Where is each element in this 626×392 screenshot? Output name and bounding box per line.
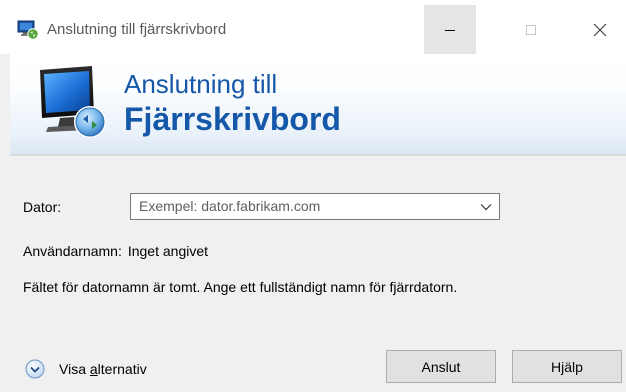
remote-desktop-logo — [40, 66, 106, 138]
expand-chevron-icon — [25, 359, 45, 379]
combobox-dropdown-button[interactable] — [477, 198, 495, 215]
show-options-text-pre: Visa — [59, 361, 90, 377]
show-options-text-post: lternativ — [97, 361, 147, 377]
minimize-icon — [445, 29, 455, 31]
username-value: Inget angivet — [127, 243, 209, 259]
title-bar[interactable]: Anslutning till fjärrskrivbord — [0, 0, 626, 54]
connect-button[interactable]: Anslut — [386, 350, 496, 383]
username-row: Användarnamn: Inget angivet — [23, 242, 208, 260]
help-button[interactable]: Hjälp — [512, 350, 622, 383]
computer-input[interactable] — [139, 194, 469, 219]
username-label: Användarnamn: — [23, 243, 122, 259]
banner-title-line1: Anslutning till — [124, 69, 278, 99]
show-options-toggle[interactable]: Visa alternativ — [25, 358, 147, 380]
remote-desktop-window: Anslutning till fjärrskrivbord Anslutnin… — [0, 0, 626, 392]
remote-desktop-icon — [17, 20, 39, 40]
maximize-button[interactable] — [505, 5, 557, 54]
window-title: Anslutning till fjärrskrivbord — [47, 21, 227, 38]
chevron-down-icon — [480, 203, 492, 210]
computer-label: Dator: — [23, 199, 62, 215]
banner-title-line2: Fjärrskrivbord — [124, 101, 341, 137]
computer-combobox[interactable] — [130, 193, 500, 220]
minimize-button[interactable] — [424, 5, 476, 54]
validation-message: Fältet för datornamn är tomt. Ange ett f… — [23, 279, 458, 295]
show-options-label[interactable]: Visa alternativ — [59, 360, 147, 378]
maximize-icon — [526, 24, 536, 35]
close-button[interactable] — [574, 5, 626, 54]
banner-divider — [10, 154, 626, 157]
close-icon — [593, 23, 607, 36]
show-options-accelerator: a — [89, 361, 98, 377]
